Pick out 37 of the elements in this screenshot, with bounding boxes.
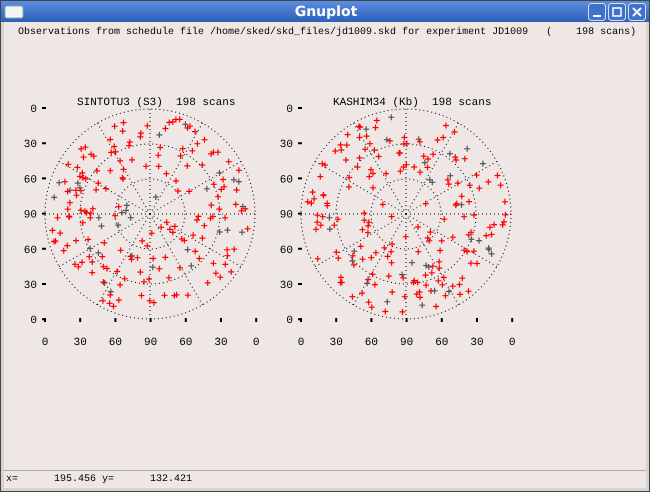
minimize-button[interactable] <box>588 2 606 20</box>
window-title: Gnuplot <box>294 4 358 20</box>
y-tick-label: 30 <box>280 139 293 152</box>
y-tick-label: 0 <box>30 104 37 116</box>
x-tick-label: 60 <box>364 337 378 349</box>
x-tick-label: 90 <box>144 337 158 349</box>
y-tick-label: 60 <box>24 244 37 257</box>
x-tick-label: 0 <box>252 337 260 349</box>
x-tick-label: 0 <box>42 337 48 349</box>
y-tick-label: 30 <box>24 139 37 152</box>
close-button[interactable] <box>628 2 646 20</box>
maximize-button[interactable] <box>608 2 626 20</box>
x-tick-label: 0 <box>298 337 304 349</box>
y-tick-label: 0 <box>286 315 293 328</box>
y-tick-label: 90 <box>280 210 293 222</box>
window-icon <box>4 4 24 18</box>
y-tick-label: 60 <box>280 244 293 257</box>
y-tick-label: 60 <box>280 174 293 186</box>
y-tick-label: 0 <box>30 315 37 328</box>
x-tick-label: 30 <box>330 337 343 349</box>
x-tick-label: 0 <box>508 337 516 349</box>
x-tick-label: 90 <box>400 337 414 349</box>
y-tick-label: 30 <box>24 280 37 292</box>
y-tick-label: 0 <box>286 104 293 116</box>
y-tick-label: 30 <box>280 280 293 292</box>
plot-header: Observations from schedule file /home/sked/skd_files/jd1009.skd for experiment JD1009 ( 198 scans) <box>17 26 636 39</box>
x-tick-label: 30 <box>470 337 484 349</box>
x-tick-label: 30 <box>214 337 228 349</box>
x-tick-label: 60 <box>179 337 192 349</box>
y-tick-label: 60 <box>24 174 37 186</box>
y-tick-label: 90 <box>24 210 37 222</box>
plot-title: SINTOTU3 (S3) 198 scans <box>77 97 236 109</box>
x-tick-label: 60 <box>435 337 448 349</box>
x-tick-label: 60 <box>108 337 122 349</box>
cursor-coordinates: x= 195.456 y= 132.421 <box>5 474 192 485</box>
x-tick-label: 30 <box>74 337 87 349</box>
plot-title: KASHIM34 (Kb) 198 scans <box>333 97 492 109</box>
